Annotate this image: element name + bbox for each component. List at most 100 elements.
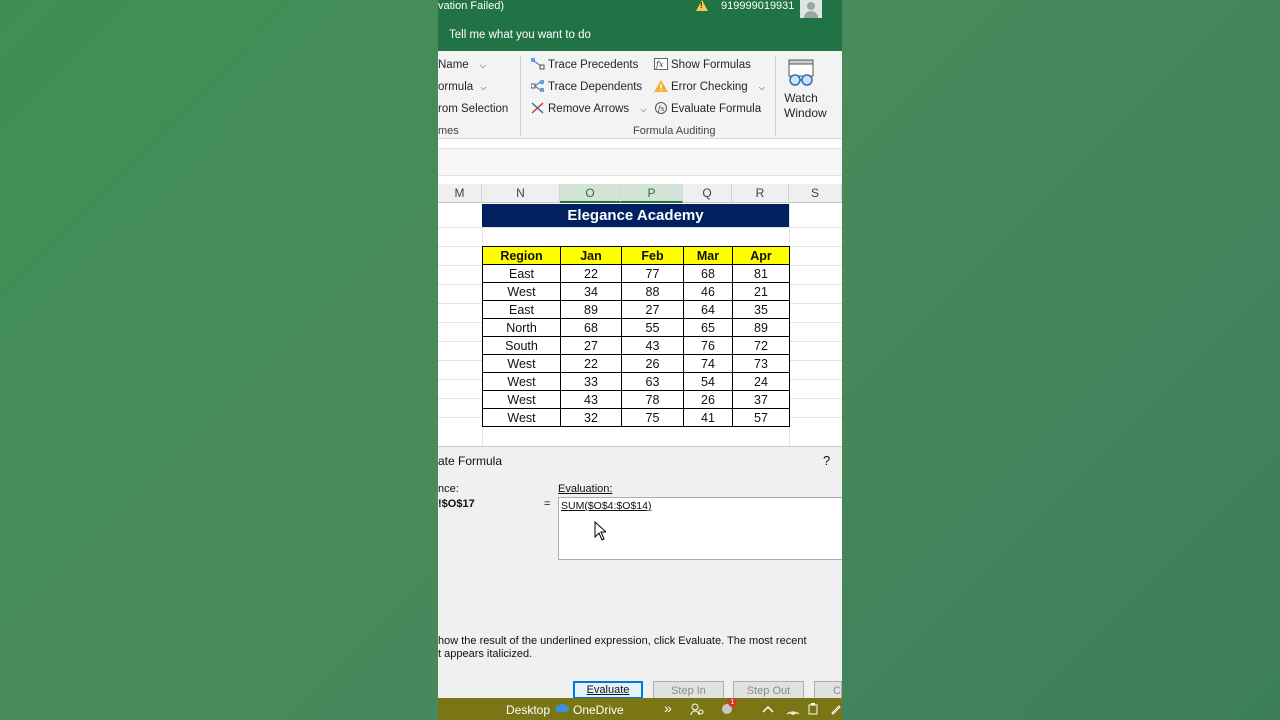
trace-dependents-button[interactable]: Trace Dependents: [531, 80, 642, 93]
header-cell[interactable]: Mar: [683, 246, 733, 265]
chevron-right-icon[interactable]: »: [664, 700, 672, 716]
step-in-button[interactable]: Step In: [653, 681, 724, 699]
remove-arrows-label: Remove Arrows: [548, 103, 630, 115]
column-header-m[interactable]: M: [438, 184, 482, 203]
avatar[interactable]: [800, 0, 822, 18]
value-cell[interactable]: 32: [560, 408, 622, 427]
gridline: [438, 265, 482, 266]
value-cell[interactable]: 46: [683, 282, 733, 301]
battery-icon[interactable]: [808, 703, 820, 718]
region-cell[interactable]: East: [482, 264, 561, 283]
value-cell[interactable]: 43: [560, 390, 622, 409]
header-cell[interactable]: Feb: [621, 246, 684, 265]
desktop-toolbar[interactable]: Desktop: [506, 703, 550, 717]
value-cell[interactable]: 54: [683, 372, 733, 391]
value-cell[interactable]: 76: [683, 336, 733, 355]
region-cell[interactable]: East: [482, 300, 561, 319]
wifi-icon[interactable]: [786, 703, 800, 718]
value-cell[interactable]: 33: [560, 372, 622, 391]
value-cell[interactable]: 81: [732, 264, 790, 283]
use-in-formula-button[interactable]: ormula ⌵: [438, 81, 486, 93]
group-divider: [775, 56, 776, 136]
value-cell[interactable]: 77: [621, 264, 684, 283]
value-cell[interactable]: 74: [683, 354, 733, 373]
chevron-up-icon[interactable]: [762, 703, 774, 717]
evaluate-button[interactable]: Evaluate: [573, 681, 643, 699]
remove-arrows-button[interactable]: Remove Arrows ⌵: [531, 102, 646, 115]
column-header-r[interactable]: R: [732, 184, 789, 203]
watch-window-button[interactable]: Watch Window: [784, 59, 827, 121]
value-cell[interactable]: 88: [621, 282, 684, 301]
column-header-p[interactable]: P: [621, 184, 683, 203]
value-cell[interactable]: 89: [560, 300, 622, 319]
evaluation-label: Evaluation:: [558, 483, 613, 495]
value-cell[interactable]: 24: [732, 372, 790, 391]
value-cell[interactable]: 34: [560, 282, 622, 301]
value-cell[interactable]: 55: [621, 318, 684, 337]
value-cell[interactable]: 57: [732, 408, 790, 427]
table-row: West 33 63 54 24: [482, 372, 790, 391]
column-header-s[interactable]: S: [789, 184, 842, 203]
value-cell[interactable]: 78: [621, 390, 684, 409]
value-cell[interactable]: 21: [732, 282, 790, 301]
region-cell[interactable]: West: [482, 354, 561, 373]
column-header-n[interactable]: N: [482, 184, 560, 203]
value-cell[interactable]: 73: [732, 354, 790, 373]
value-cell[interactable]: 68: [683, 264, 733, 283]
formula-auditing-group-label: Formula Auditing: [633, 125, 716, 137]
region-cell[interactable]: West: [482, 390, 561, 409]
people-icon[interactable]: [690, 702, 704, 719]
value-cell[interactable]: 63: [621, 372, 684, 391]
column-header-o[interactable]: O: [560, 184, 621, 203]
tell-me-search[interactable]: Tell me what you want to do: [449, 29, 591, 41]
onedrive-label[interactable]: OneDrive: [573, 703, 624, 717]
notification-icon[interactable]: 1: [720, 698, 737, 718]
step-out-button[interactable]: Step Out: [733, 681, 804, 699]
define-name-button[interactable]: Name ⌵: [438, 59, 486, 71]
sheet-title-banner[interactable]: Elegance Academy: [482, 204, 789, 227]
value-cell[interactable]: 26: [621, 354, 684, 373]
value-cell[interactable]: 43: [621, 336, 684, 355]
header-cell[interactable]: Apr: [732, 246, 790, 265]
pen-icon[interactable]: [830, 703, 842, 718]
value-cell[interactable]: 75: [621, 408, 684, 427]
show-formulas-label: Show Formulas: [671, 59, 751, 71]
create-from-selection-button[interactable]: rom Selection: [438, 103, 508, 115]
value-cell[interactable]: 22: [560, 264, 622, 283]
trace-precedents-button[interactable]: Trace Precedents: [531, 58, 638, 71]
header-cell[interactable]: Region: [482, 246, 561, 265]
column-header-q[interactable]: Q: [683, 184, 732, 203]
help-icon[interactable]: ?: [823, 453, 830, 468]
show-formulas-button[interactable]: fx Show Formulas: [654, 58, 751, 71]
value-cell[interactable]: 72: [732, 336, 790, 355]
region-cell[interactable]: South: [482, 336, 561, 355]
gridline: [789, 341, 842, 342]
value-cell[interactable]: 68: [560, 318, 622, 337]
evaluation-expression: SUM($O$4:$O$14): [561, 500, 652, 512]
close-button[interactable]: C: [814, 681, 842, 699]
region-cell[interactable]: West: [482, 408, 561, 427]
error-checking-button[interactable]: Error Checking ⌵: [654, 80, 765, 93]
gridline: [438, 341, 482, 342]
warning-icon[interactable]: [696, 0, 708, 11]
gridline: [789, 398, 842, 399]
value-cell[interactable]: 89: [732, 318, 790, 337]
account-name[interactable]: 919999019931: [721, 0, 794, 12]
value-cell[interactable]: 37: [732, 390, 790, 409]
equals-sign: =: [544, 498, 551, 510]
value-cell[interactable]: 65: [683, 318, 733, 337]
value-cell[interactable]: 41: [683, 408, 733, 427]
value-cell[interactable]: 26: [683, 390, 733, 409]
region-cell[interactable]: North: [482, 318, 561, 337]
header-cell[interactable]: Jan: [560, 246, 622, 265]
region-cell[interactable]: West: [482, 282, 561, 301]
region-cell[interactable]: West: [482, 372, 561, 391]
value-cell[interactable]: 22: [560, 354, 622, 373]
worksheet-grid[interactable]: M N O P Q R S Elegance Academy Region Ja…: [438, 184, 842, 446]
value-cell[interactable]: 27: [560, 336, 622, 355]
value-cell[interactable]: 64: [683, 300, 733, 319]
formula-bar[interactable]: [438, 148, 842, 176]
value-cell[interactable]: 27: [621, 300, 684, 319]
evaluate-formula-button[interactable]: fx Evaluate Formula: [654, 102, 761, 115]
value-cell[interactable]: 35: [732, 300, 790, 319]
